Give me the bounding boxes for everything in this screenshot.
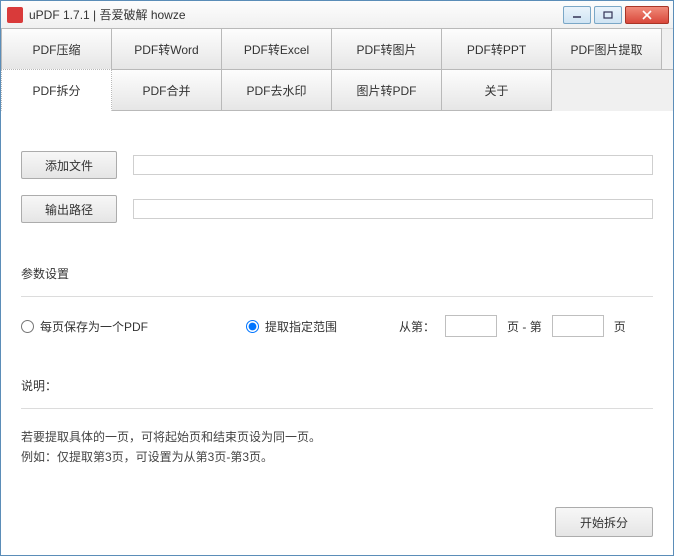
tab-label: PDF图片提取 (570, 41, 642, 58)
window-title: uPDF 1.7.1 | 吾爱破解 howze (29, 6, 563, 23)
tab-label: PDF转PPT (467, 41, 526, 58)
description-line-2: 例如：仅提取第3页，可设置为从第3页-第3页。 (21, 447, 653, 467)
close-button[interactable] (625, 6, 669, 24)
minimize-icon (572, 11, 582, 19)
close-icon (641, 10, 653, 20)
app-icon (7, 7, 23, 23)
tab-label: PDF合并 (142, 82, 190, 99)
tab-label: PDF去水印 (246, 82, 306, 99)
divider (21, 408, 653, 409)
output-path-button[interactable]: 输出路径 (21, 195, 117, 223)
maximize-icon (603, 11, 613, 19)
range-to-input[interactable] (552, 315, 604, 337)
tab-label: PDF压缩 (32, 41, 80, 58)
content-area: 添加文件 输出路径 参数设置 每页保存为一个PDF 提取指定范围 从第： 页 -… (1, 111, 673, 555)
add-file-row: 添加文件 (21, 111, 653, 179)
tab-pdf-to-ppt[interactable]: PDF转PPT (441, 28, 552, 70)
tab-image-to-pdf[interactable]: 图片转PDF (331, 69, 442, 111)
titlebar: uPDF 1.7.1 | 吾爱破解 howze (1, 1, 673, 29)
output-path-row: 输出路径 (21, 179, 653, 223)
radio-each-page[interactable]: 每页保存为一个PDF (21, 318, 148, 335)
tab-label: PDF转Excel (244, 41, 309, 58)
range-sep-label: 页 - 第 (507, 318, 542, 335)
split-mode-row: 每页保存为一个PDF 提取指定范围 从第： 页 - 第 页 (21, 315, 653, 337)
tab-filler (552, 69, 673, 111)
tab-pdf-compress[interactable]: PDF压缩 (1, 28, 112, 70)
add-file-field[interactable] (133, 155, 653, 175)
start-split-button[interactable]: 开始拆分 (555, 507, 653, 537)
radio-each-page-input[interactable] (21, 320, 34, 333)
radio-range[interactable]: 提取指定范围 (246, 318, 337, 335)
tab-label: PDF拆分 (32, 82, 80, 99)
tab-label: PDF转Word (134, 41, 198, 58)
add-file-button[interactable]: 添加文件 (21, 151, 117, 179)
tab-pdf-to-excel[interactable]: PDF转Excel (221, 28, 332, 70)
minimize-button[interactable] (563, 6, 591, 24)
tab-label: PDF转图片 (356, 41, 416, 58)
window-controls (563, 6, 669, 24)
radio-range-label: 提取指定范围 (265, 318, 337, 335)
tab-pdf-merge[interactable]: PDF合并 (111, 69, 222, 111)
range-from-input[interactable] (445, 315, 497, 337)
params-section-title: 参数设置 (21, 265, 653, 282)
description-text: 若要提取具体的一页，可将起始页和结束页设为同一页。 例如：仅提取第3页，可设置为… (21, 427, 653, 468)
range-controls: 从第： 页 - 第 页 (399, 315, 626, 337)
range-suffix-label: 页 (614, 318, 626, 335)
tab-label: 图片转PDF (356, 82, 416, 99)
tab-about[interactable]: 关于 (441, 69, 552, 111)
app-window: uPDF 1.7.1 | 吾爱破解 howze PDF压缩 PDF转Word P… (0, 0, 674, 556)
divider (21, 296, 653, 297)
tab-strip: PDF压缩 PDF转Word PDF转Excel PDF转图片 PDF转PPT … (1, 29, 673, 111)
tab-label: 关于 (484, 82, 508, 99)
description-block: 说明： 若要提取具体的一页，可将起始页和结束页设为同一页。 例如：仅提取第3页，… (21, 377, 653, 468)
tab-pdf-to-word[interactable]: PDF转Word (111, 28, 222, 70)
radio-each-page-label: 每页保存为一个PDF (40, 318, 148, 335)
tab-pdf-to-image[interactable]: PDF转图片 (331, 28, 442, 70)
tab-pdf-extract-images[interactable]: PDF图片提取 (551, 28, 662, 70)
tab-pdf-split[interactable]: PDF拆分 (1, 69, 112, 111)
description-title: 说明： (21, 377, 653, 394)
tab-pdf-remove-watermark[interactable]: PDF去水印 (221, 69, 332, 111)
range-from-label: 从第： (399, 318, 435, 335)
radio-range-input[interactable] (246, 320, 259, 333)
output-path-field[interactable] (133, 199, 653, 219)
maximize-button[interactable] (594, 6, 622, 24)
description-line-1: 若要提取具体的一页，可将起始页和结束页设为同一页。 (21, 427, 653, 447)
